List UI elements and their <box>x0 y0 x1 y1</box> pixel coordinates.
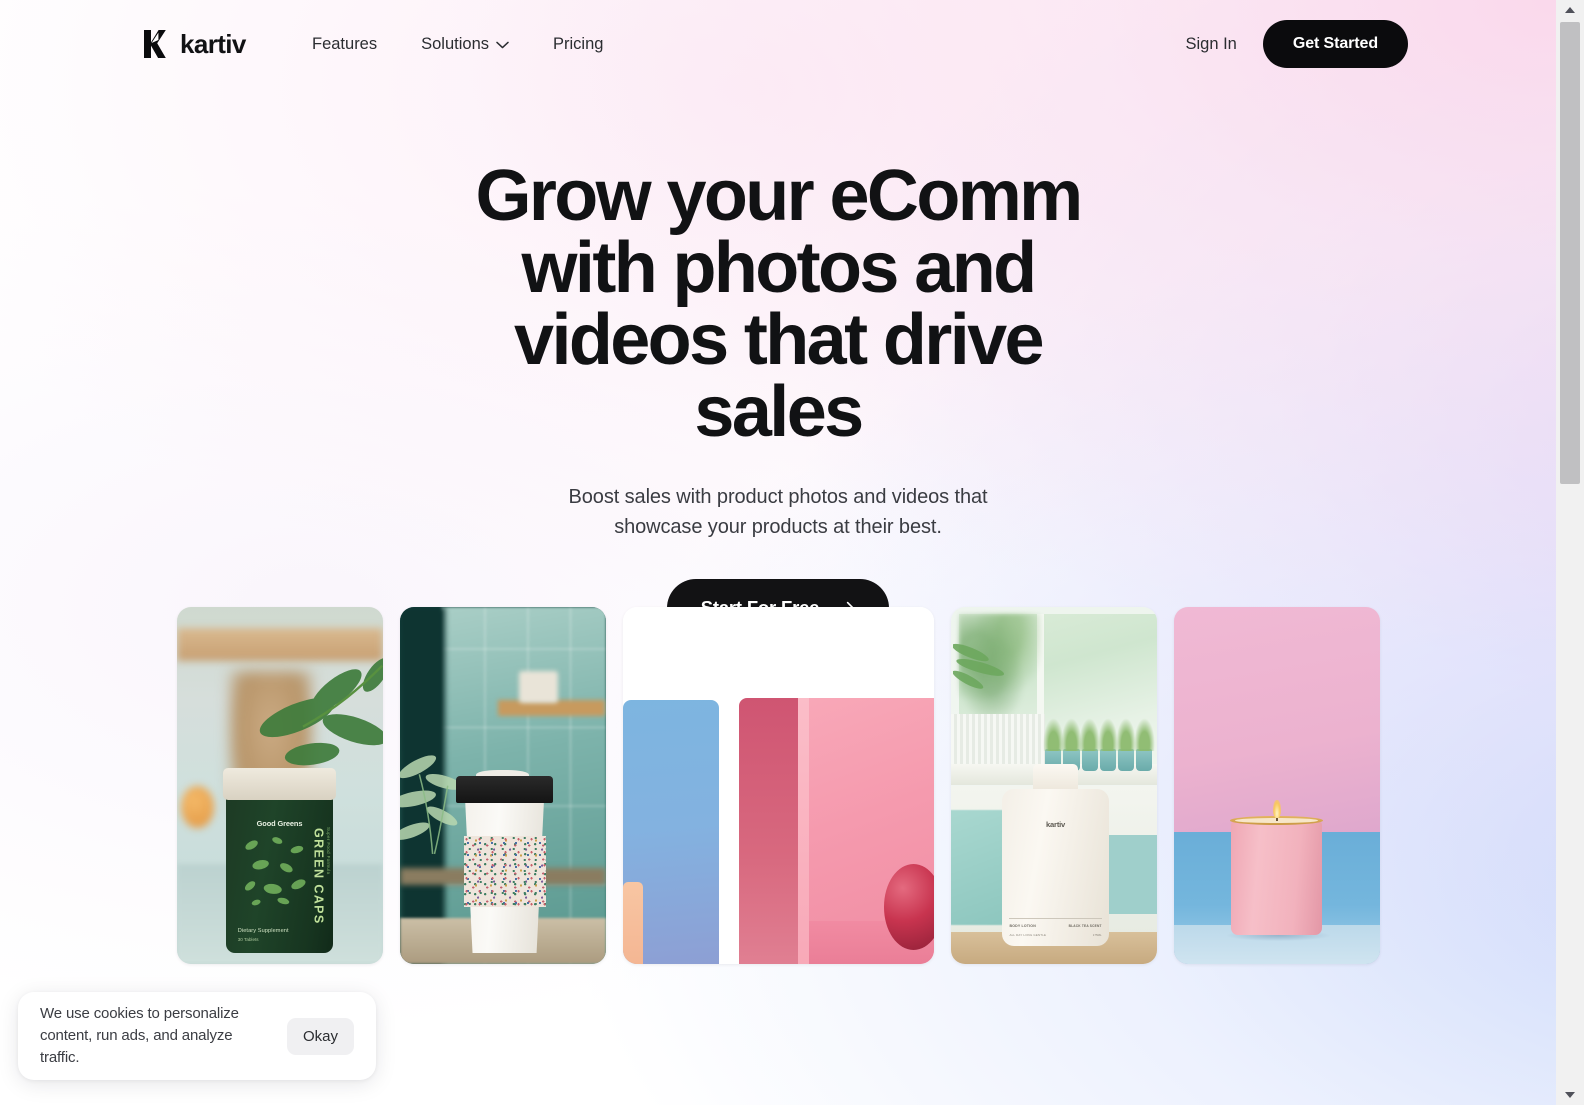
hero-subheading: Boost sales with product photos and vide… <box>568 486 988 539</box>
nav-item-solutions[interactable]: Solutions <box>419 29 511 60</box>
lotion-brand-label: kartiv <box>1046 820 1066 830</box>
kartiv-k-mark-icon <box>144 30 166 58</box>
cookie-banner-text: We use cookies to personalize content, r… <box>40 1005 239 1066</box>
vertical-scrollbar[interactable] <box>1556 0 1584 1105</box>
lotion-product-label: BODY LOTION <box>1009 924 1036 929</box>
gallery-item-pink-candle[interactable] <box>1173 607 1380 964</box>
gallery-item-body-lotion-bottle[interactable]: kartiv BODY LOTION BLACK TEA SCENT ALL D… <box>950 607 1157 964</box>
hero-section: Grow your eComm with photos and videos t… <box>0 160 1556 637</box>
cookie-accept-button[interactable]: Okay <box>286 1017 354 1055</box>
candle-flame-icon <box>1273 799 1281 818</box>
get-started-button[interactable]: Get Started <box>1262 20 1408 68</box>
jar-brand-label: Good Greens <box>256 818 303 828</box>
scroll-down-button[interactable] <box>1556 1085 1584 1105</box>
scroll-up-button[interactable] <box>1556 0 1584 20</box>
header-actions: Sign In Get Started <box>1181 20 1408 68</box>
hero-gallery: Good Greens GREEN CAPS Super Food Formul… <box>0 607 1556 964</box>
scrollbar-thumb[interactable] <box>1560 22 1580 484</box>
page-title: Grow your eComm with photos and videos t… <box>475 156 1083 452</box>
nav-item-pricing-label: Pricing <box>553 34 604 53</box>
nav-item-pricing[interactable]: Pricing <box>551 29 605 60</box>
lotion-scent-label: BLACK TEA SCENT <box>1068 924 1102 929</box>
palm-frond-icon <box>952 644 1004 690</box>
jar-count-label: 30 Tablets <box>237 936 259 942</box>
nav-item-features[interactable]: Features <box>310 29 379 60</box>
site-header: kartiv Features Solutions Pricing Sign I… <box>0 0 1556 88</box>
page-viewport: kartiv Features Solutions Pricing Sign I… <box>0 0 1556 1105</box>
gallery-item-green-caps-supplement[interactable]: Good Greens GREEN CAPS Super Food Formul… <box>176 607 383 964</box>
jar-vertical-label: GREEN CAPS <box>311 828 326 926</box>
lotion-descriptor-label: ALL DAY LONG GENTLE <box>1009 932 1047 937</box>
cup-sleeve-pattern <box>464 835 546 907</box>
jar-sub-label: Dietary Supplement <box>237 927 289 934</box>
brand-logo[interactable]: kartiv <box>144 29 246 60</box>
lotion-volume-label: 175ML <box>1092 932 1102 937</box>
triangle-up-icon <box>1565 7 1575 13</box>
chevron-down-icon <box>496 41 509 49</box>
brand-name: kartiv <box>180 28 246 59</box>
leaf-pattern-icon <box>244 837 306 906</box>
nav-item-solutions-label: Solutions <box>421 34 490 53</box>
nav-item-features-label: Features <box>312 34 378 53</box>
gallery-item-abstract-blocks[interactable] <box>622 607 934 964</box>
jar-vertical-small-label: Super Food Formula <box>325 826 331 875</box>
main-nav: Features Solutions Pricing <box>310 29 605 60</box>
cookie-consent-banner: We use cookies to personalize content, r… <box>18 992 376 1080</box>
sign-in-link[interactable]: Sign In <box>1181 29 1240 60</box>
gallery-item-coffee-cup[interactable] <box>399 607 606 964</box>
triangle-down-icon <box>1565 1092 1575 1098</box>
